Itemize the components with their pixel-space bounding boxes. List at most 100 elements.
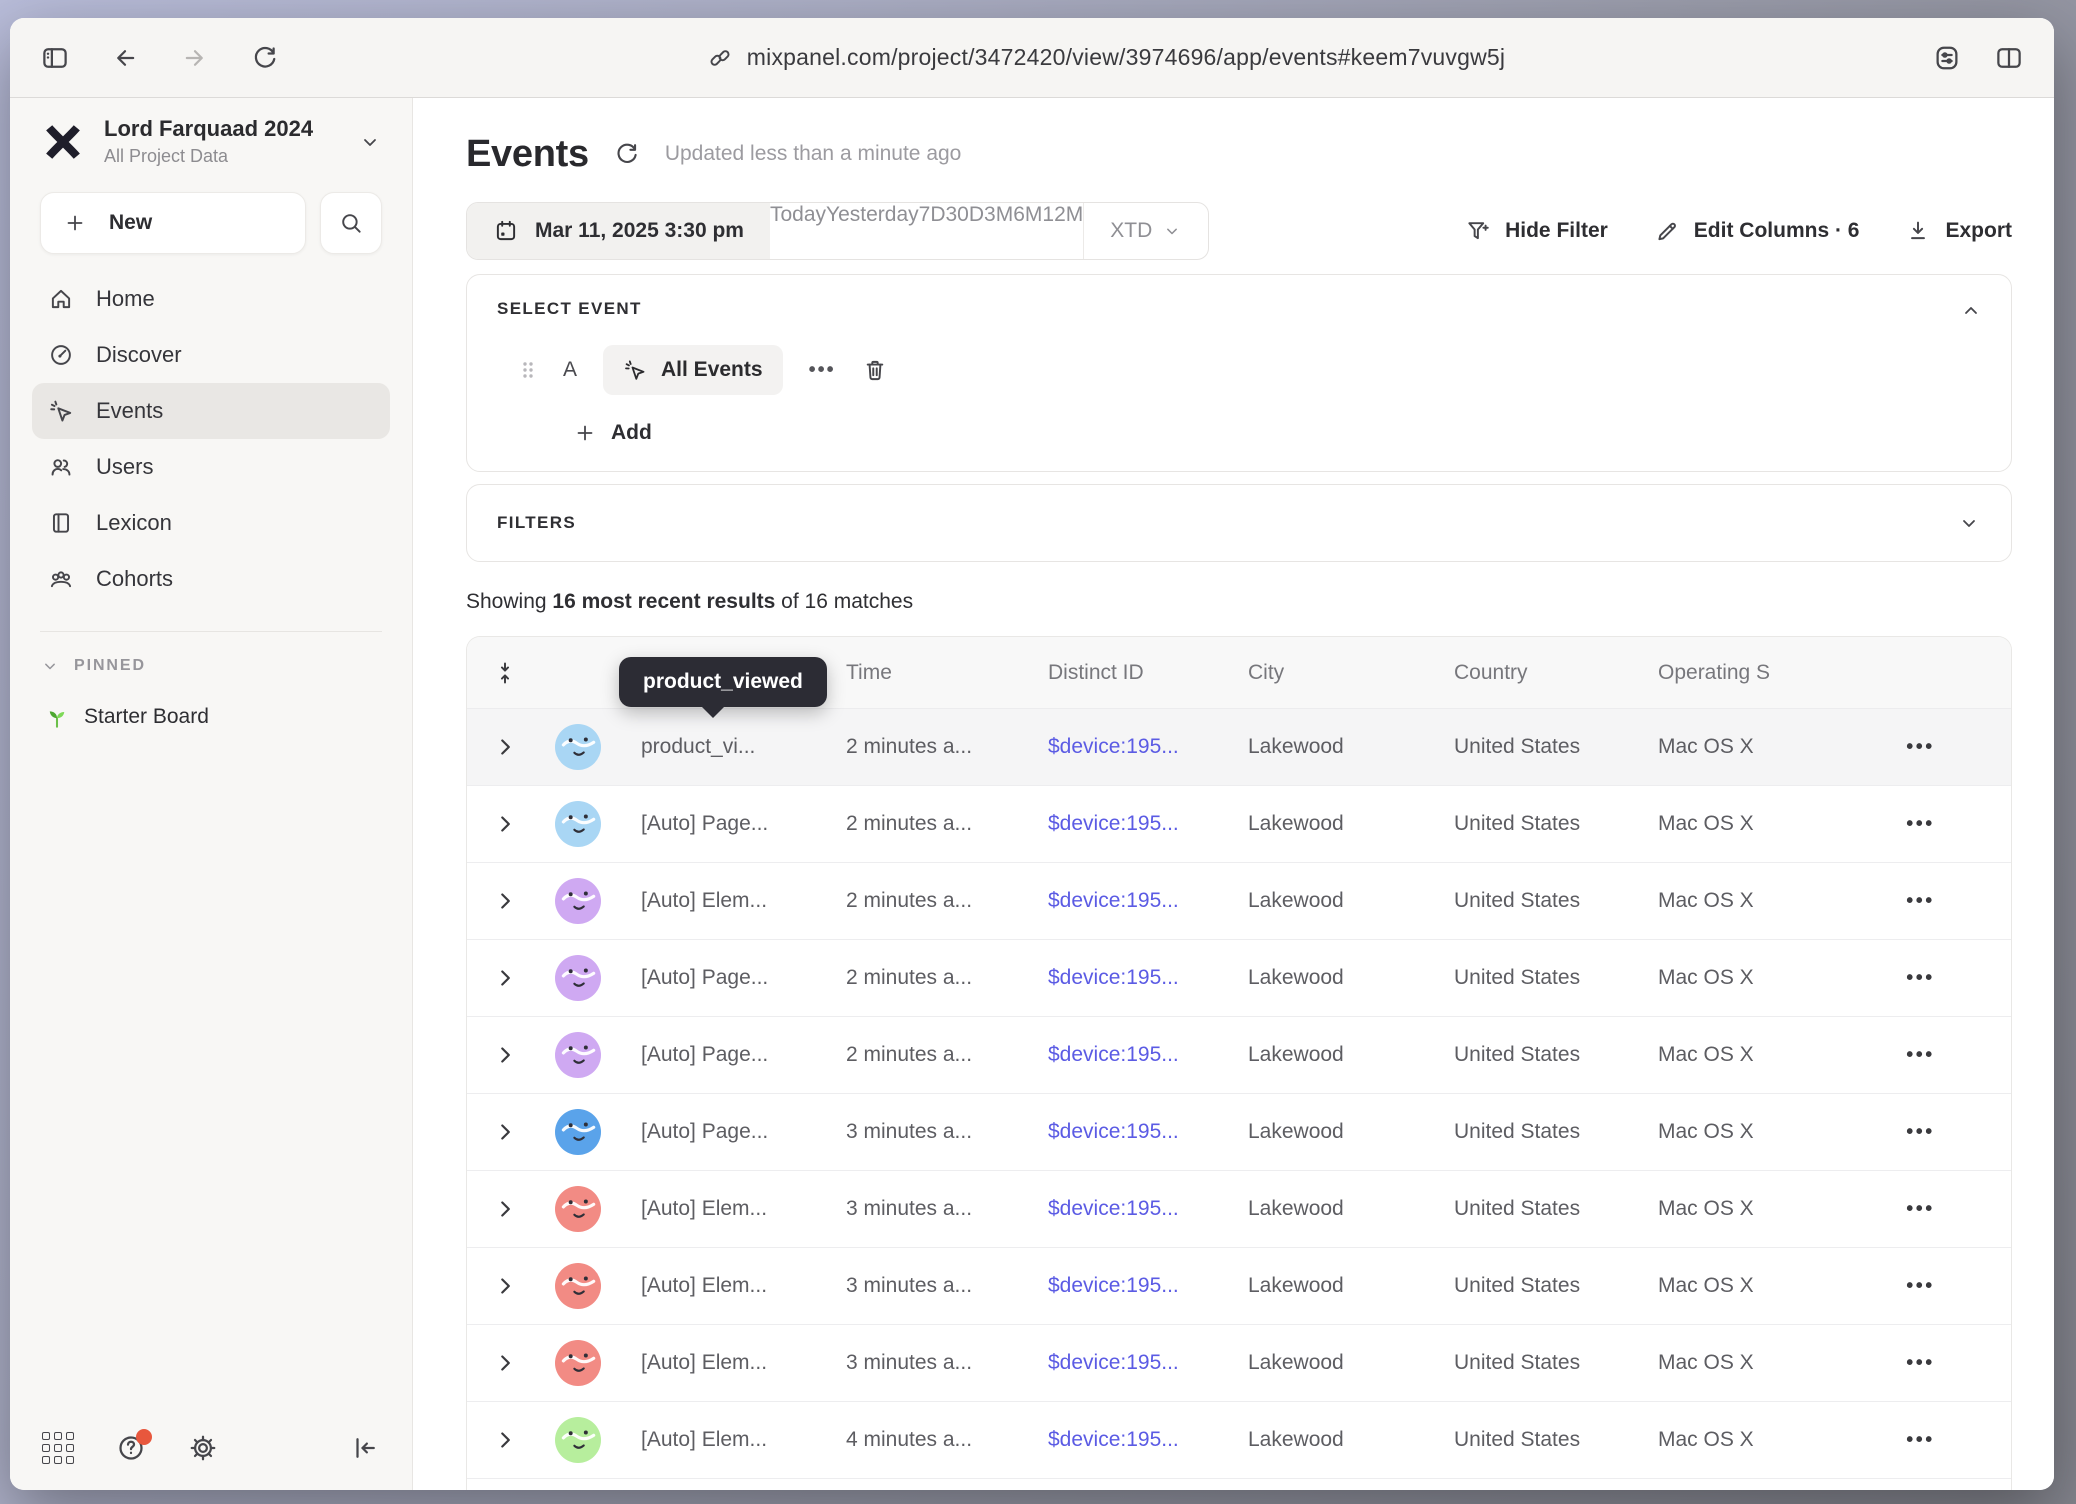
expand-row-chevron-right-icon[interactable] [467,1273,543,1299]
event-name[interactable]: [Auto] Page... [613,1120,818,1144]
date-segment-button[interactable]: Yesterday [826,203,919,259]
date-segment-button[interactable]: 6M [1013,203,1042,259]
event-name[interactable]: [Auto] Elem... [613,1197,818,1221]
expand-row-chevron-right-icon[interactable] [467,1350,543,1376]
chevron-down-icon[interactable] [1957,511,1981,535]
collapse-rows-icon[interactable] [467,660,543,686]
date-segment-button[interactable]: 12M [1042,203,1083,259]
distinct-id-link[interactable]: $device:195... [1020,1120,1220,1144]
table-row[interactable]: [Auto] Elem... 2 minutes a... $device:19… [467,863,2011,940]
row-more-button[interactable]: ••• [1830,1198,2011,1221]
distinct-id-link[interactable]: $device:195... [1020,1197,1220,1221]
table-row[interactable]: [Auto] Elem... 3 minutes a... $device:19… [467,1248,2011,1325]
expand-row-chevron-right-icon[interactable] [467,1119,543,1145]
sidebar-item-discover[interactable]: Discover [32,327,390,383]
pinned-section-toggle[interactable]: PINNED [40,656,382,676]
gear-icon[interactable] [188,1433,218,1463]
hide-filter-button[interactable]: Hide Filter [1465,218,1608,244]
reload-icon[interactable] [250,43,280,73]
table-row[interactable]: [Auto] Elem... 3 minutes a... $device:19… [467,1171,2011,1248]
row-more-button[interactable]: ••• [1830,1275,2011,1298]
distinct-id-link[interactable]: $device:195... [1020,889,1220,913]
date-segment-button[interactable]: 3M [984,203,1013,259]
distinct-id-link[interactable]: $device:195... [1020,966,1220,990]
sidebar-item-events[interactable]: Events [32,383,390,439]
table-row[interactable]: [Auto] Elem... 4 minutes a... $device:19… [467,1402,2011,1479]
expand-row-chevron-right-icon[interactable] [467,1427,543,1453]
search-button[interactable] [320,192,382,254]
workspace-switcher[interactable]: Lord Farquaad 2024 All Project Data [10,116,412,167]
sidebar-item-lexicon[interactable]: Lexicon [32,495,390,551]
row-more-button[interactable]: ••• [1830,813,2011,836]
column-header-distinct-id[interactable]: Distinct ID [1020,661,1220,685]
row-more-button[interactable]: ••• [1830,736,2011,759]
drag-handle-icon[interactable] [519,358,537,382]
row-more-button[interactable]: ••• [1830,1352,2011,1375]
chevron-up-icon[interactable] [1959,299,1983,323]
expand-row-chevron-right-icon[interactable] [467,1196,543,1222]
filters-panel[interactable]: FILTERS [466,484,2012,562]
back-icon[interactable] [110,43,140,73]
date-segment-button[interactable]: 7D [919,203,946,259]
event-name[interactable]: [Auto] Elem... [613,1428,818,1452]
distinct-id-link[interactable]: $device:195... [1020,1351,1220,1375]
new-button[interactable]: New [40,192,306,254]
table-row[interactable]: [Auto] Page... 2 minutes a... $device:19… [467,940,2011,1017]
trash-icon[interactable] [862,357,888,383]
collapse-sidebar-icon[interactable] [350,1433,380,1463]
address-bar[interactable]: mixpanel.com/project/3472420/view/397469… [280,44,1932,71]
expand-row-chevron-right-icon[interactable] [467,1042,543,1068]
column-header-os[interactable]: Operating S [1630,661,1830,685]
table-row[interactable]: [Auto] Page... 2 minutes a... $device:19… [467,1017,2011,1094]
distinct-id-link[interactable]: $device:195... [1020,735,1220,759]
date-segment-xtd-button[interactable]: XTD [1083,203,1208,259]
event-name[interactable]: [Auto] Page... [613,1043,818,1067]
event-name[interactable]: [Auto] Page... [613,966,818,990]
more-options-button[interactable]: ••• [809,359,836,382]
sidebar-item-users[interactable]: Users [32,439,390,495]
help-icon[interactable] [116,1433,146,1463]
sidebar-toggle-icon[interactable] [40,43,70,73]
distinct-id-link[interactable]: $device:195... [1020,812,1220,836]
edit-columns-button[interactable]: Edit Columns · 6 [1654,218,1860,244]
event-name[interactable]: [Auto] Elem... [613,1274,818,1298]
split-view-icon[interactable] [1994,43,2024,73]
table-row[interactable] [467,1479,2011,1490]
row-more-button[interactable]: ••• [1830,1429,2011,1452]
sidebar-item-starter-board[interactable]: Starter Board [44,704,412,730]
sidebar-item-home[interactable]: Home [32,271,390,327]
row-more-button[interactable]: ••• [1830,1044,2011,1067]
sliders-icon[interactable] [1932,43,1962,73]
row-more-button[interactable]: ••• [1830,890,2011,913]
event-name[interactable]: [Auto] Page... [613,812,818,836]
distinct-id-link[interactable]: $device:195... [1020,1043,1220,1067]
column-header-country[interactable]: Country [1426,661,1630,685]
all-events-chip[interactable]: All Events [603,345,783,395]
expand-row-chevron-right-icon[interactable] [467,811,543,837]
refresh-icon[interactable] [613,140,641,168]
table-row[interactable]: [Auto] Page... 2 minutes a... $device:19… [467,786,2011,863]
sidebar-item-cohorts[interactable]: Cohorts [32,551,390,607]
event-name[interactable]: product_vi... [613,735,818,759]
expand-row-chevron-right-icon[interactable] [467,888,543,914]
event-name[interactable]: [Auto] Elem... [613,889,818,913]
table-row[interactable]: [Auto] Page... 3 minutes a... $device:19… [467,1094,2011,1171]
table-row[interactable]: product_vi... 2 minutes a... $device:195… [467,709,2011,786]
export-button[interactable]: Export [1905,218,2012,244]
distinct-id-link[interactable]: $device:195... [1020,1428,1220,1452]
table-row[interactable]: [Auto] Elem... 3 minutes a... $device:19… [467,1325,2011,1402]
expand-row-chevron-right-icon[interactable] [467,734,543,760]
forward-icon[interactable] [180,43,210,73]
add-event-button[interactable]: Add [573,421,1981,445]
column-header-city[interactable]: City [1220,661,1426,685]
distinct-id-link[interactable]: $device:195... [1020,1274,1220,1298]
column-header-time[interactable]: Time [818,661,1020,685]
date-segment-button[interactable]: 30D [946,203,985,259]
row-more-button[interactable]: ••• [1830,1121,2011,1144]
event-name[interactable]: [Auto] Elem... [613,1351,818,1375]
apps-grid-icon[interactable] [42,1432,74,1464]
date-picker-button[interactable]: Mar 11, 2025 3:30 pm [467,203,770,259]
row-more-button[interactable]: ••• [1830,967,2011,990]
date-segment-button[interactable]: Today [770,203,826,259]
expand-row-chevron-right-icon[interactable] [467,965,543,991]
